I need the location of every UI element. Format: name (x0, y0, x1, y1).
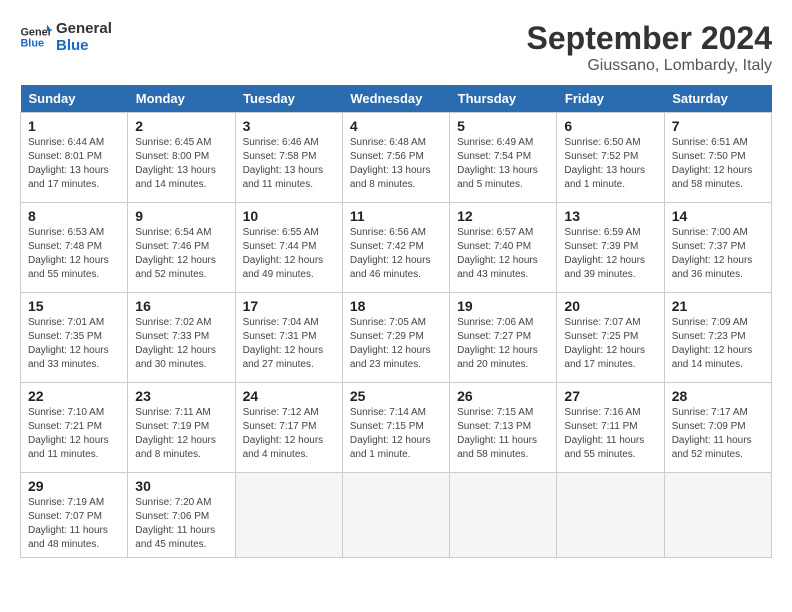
title-block: September 2024 Giussano, Lombardy, Italy (527, 20, 772, 75)
calendar-cell: 3Sunrise: 6:46 AM Sunset: 7:58 PM Daylig… (235, 113, 342, 203)
calendar-cell: 22Sunrise: 7:10 AM Sunset: 7:21 PM Dayli… (21, 383, 128, 473)
calendar-cell (235, 473, 342, 558)
calendar-cell: 6Sunrise: 6:50 AM Sunset: 7:52 PM Daylig… (557, 113, 664, 203)
calendar-cell: 30Sunrise: 7:20 AM Sunset: 7:06 PM Dayli… (128, 473, 235, 558)
calendar-cell (557, 473, 664, 558)
calendar-cell: 29Sunrise: 7:19 AM Sunset: 7:07 PM Dayli… (21, 473, 128, 558)
calendar-cell: 2Sunrise: 6:45 AM Sunset: 8:00 PM Daylig… (128, 113, 235, 203)
calendar-cell: 1Sunrise: 6:44 AM Sunset: 8:01 PM Daylig… (21, 113, 128, 203)
calendar-cell: 9Sunrise: 6:54 AM Sunset: 7:46 PM Daylig… (128, 203, 235, 293)
calendar-cell: 26Sunrise: 7:15 AM Sunset: 7:13 PM Dayli… (450, 383, 557, 473)
calendar-cell: 23Sunrise: 7:11 AM Sunset: 7:19 PM Dayli… (128, 383, 235, 473)
col-header-saturday: Saturday (664, 85, 771, 113)
col-header-monday: Monday (128, 85, 235, 113)
calendar-cell: 28Sunrise: 7:17 AM Sunset: 7:09 PM Dayli… (664, 383, 771, 473)
week-row: 22Sunrise: 7:10 AM Sunset: 7:21 PM Dayli… (21, 383, 772, 473)
calendar-cell: 10Sunrise: 6:55 AM Sunset: 7:44 PM Dayli… (235, 203, 342, 293)
calendar-cell: 4Sunrise: 6:48 AM Sunset: 7:56 PM Daylig… (342, 113, 449, 203)
col-header-wednesday: Wednesday (342, 85, 449, 113)
col-header-friday: Friday (557, 85, 664, 113)
month-title: September 2024 (527, 20, 772, 57)
week-row: 29Sunrise: 7:19 AM Sunset: 7:07 PM Dayli… (21, 473, 772, 558)
calendar-cell (664, 473, 771, 558)
calendar-cell: 7Sunrise: 6:51 AM Sunset: 7:50 PM Daylig… (664, 113, 771, 203)
calendar-cell: 20Sunrise: 7:07 AM Sunset: 7:25 PM Dayli… (557, 293, 664, 383)
week-row: 1Sunrise: 6:44 AM Sunset: 8:01 PM Daylig… (21, 113, 772, 203)
logo-general: General (56, 20, 112, 37)
svg-text:Blue: Blue (20, 37, 44, 49)
calendar-cell: 16Sunrise: 7:02 AM Sunset: 7:33 PM Dayli… (128, 293, 235, 383)
col-header-sunday: Sunday (21, 85, 128, 113)
col-header-tuesday: Tuesday (235, 85, 342, 113)
calendar-cell: 27Sunrise: 7:16 AM Sunset: 7:11 PM Dayli… (557, 383, 664, 473)
calendar-cell: 11Sunrise: 6:56 AM Sunset: 7:42 PM Dayli… (342, 203, 449, 293)
calendar-cell: 5Sunrise: 6:49 AM Sunset: 7:54 PM Daylig… (450, 113, 557, 203)
logo-icon: General Blue (20, 23, 52, 51)
calendar-cell: 15Sunrise: 7:01 AM Sunset: 7:35 PM Dayli… (21, 293, 128, 383)
calendar-cell: 12Sunrise: 6:57 AM Sunset: 7:40 PM Dayli… (450, 203, 557, 293)
logo: General Blue General Blue (20, 20, 112, 54)
calendar-cell: 17Sunrise: 7:04 AM Sunset: 7:31 PM Dayli… (235, 293, 342, 383)
page-header: General Blue General Blue September 2024… (20, 20, 772, 75)
location: Giussano, Lombardy, Italy (527, 57, 772, 75)
calendar-cell: 13Sunrise: 6:59 AM Sunset: 7:39 PM Dayli… (557, 203, 664, 293)
calendar-cell: 24Sunrise: 7:12 AM Sunset: 7:17 PM Dayli… (235, 383, 342, 473)
calendar-cell: 8Sunrise: 6:53 AM Sunset: 7:48 PM Daylig… (21, 203, 128, 293)
col-header-thursday: Thursday (450, 85, 557, 113)
logo-blue: Blue (56, 37, 112, 54)
calendar-cell (342, 473, 449, 558)
week-row: 8Sunrise: 6:53 AM Sunset: 7:48 PM Daylig… (21, 203, 772, 293)
calendar-cell: 19Sunrise: 7:06 AM Sunset: 7:27 PM Dayli… (450, 293, 557, 383)
calendar-cell: 21Sunrise: 7:09 AM Sunset: 7:23 PM Dayli… (664, 293, 771, 383)
calendar-cell: 18Sunrise: 7:05 AM Sunset: 7:29 PM Dayli… (342, 293, 449, 383)
calendar-table: SundayMondayTuesdayWednesdayThursdayFrid… (20, 85, 772, 558)
week-row: 15Sunrise: 7:01 AM Sunset: 7:35 PM Dayli… (21, 293, 772, 383)
header-row: SundayMondayTuesdayWednesdayThursdayFrid… (21, 85, 772, 113)
calendar-cell: 14Sunrise: 7:00 AM Sunset: 7:37 PM Dayli… (664, 203, 771, 293)
calendar-cell: 25Sunrise: 7:14 AM Sunset: 7:15 PM Dayli… (342, 383, 449, 473)
calendar-cell (450, 473, 557, 558)
